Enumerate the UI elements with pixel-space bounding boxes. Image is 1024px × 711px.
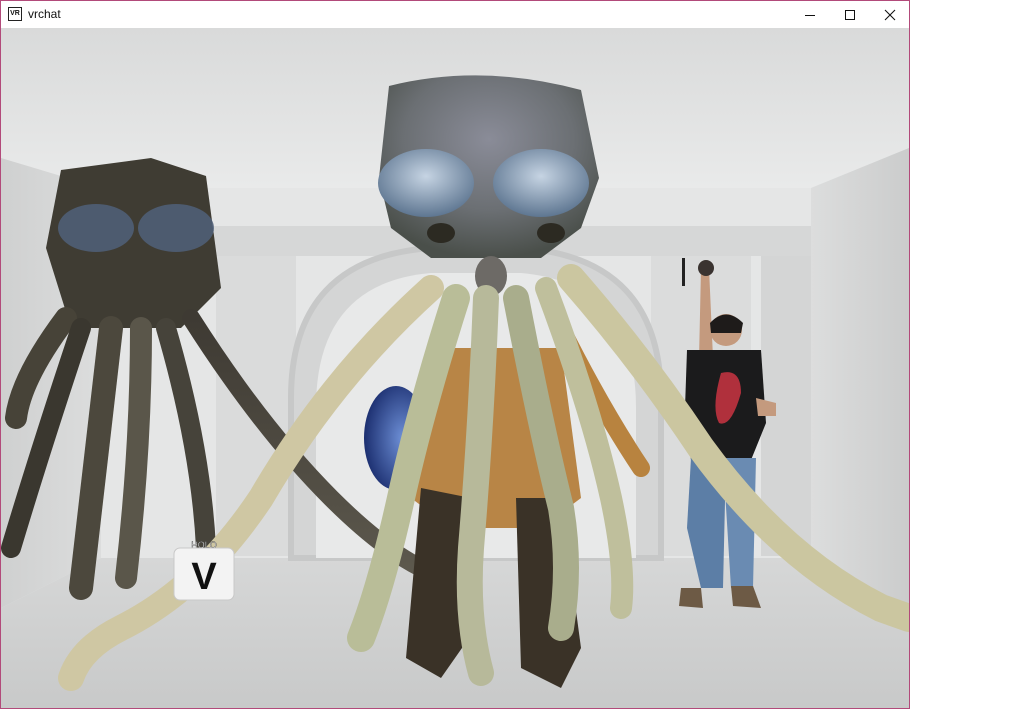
title-bar[interactable]: VR vrchat	[1, 1, 909, 28]
voice-badge-letter: V	[191, 556, 217, 598]
vr-scene-viewport[interactable]: HOLO V	[1, 28, 909, 708]
right-eye	[493, 149, 589, 217]
right-wall	[811, 148, 909, 618]
maximize-icon	[845, 9, 855, 20]
maximize-button[interactable]	[830, 1, 870, 28]
close-icon	[884, 9, 896, 20]
vr-app-icon: VR	[8, 7, 22, 21]
close-button[interactable]	[870, 1, 910, 28]
minimize-button[interactable]	[790, 1, 830, 28]
voice-indicator: HOLO V	[173, 540, 235, 601]
window-title: vrchat	[28, 7, 61, 21]
minimize-icon	[805, 14, 815, 16]
app-window: VR vrchat HOLO V	[0, 0, 910, 709]
left-eye	[378, 149, 474, 217]
